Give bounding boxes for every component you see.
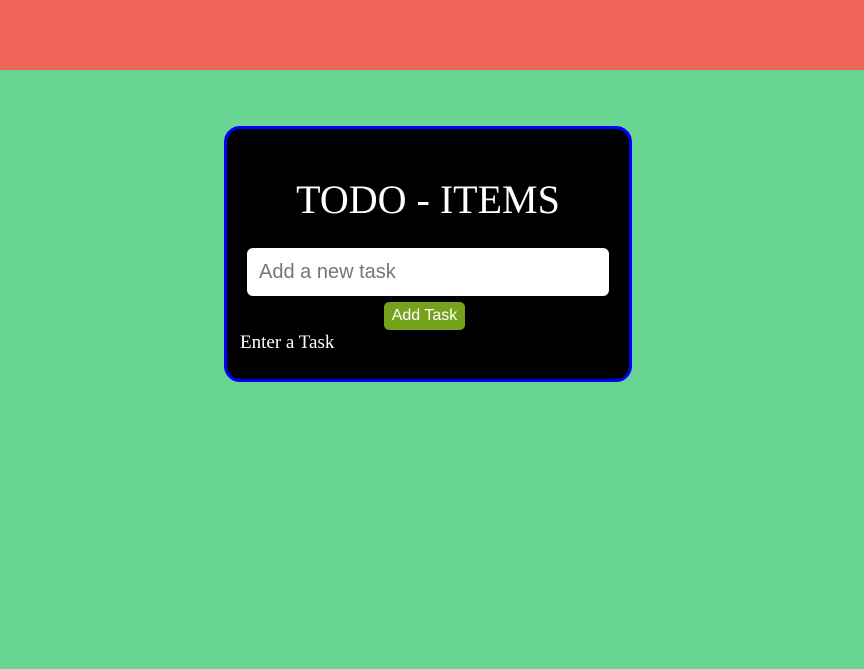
task-status-message: Enter a Task: [240, 332, 335, 353]
todo-card: TODO - ITEMS Add Task Enter a Task: [224, 126, 632, 382]
add-task-button[interactable]: Add Task: [384, 302, 465, 330]
new-task-input[interactable]: [247, 248, 609, 296]
top-header-bar: [0, 0, 864, 70]
todo-title: TODO - ITEMS: [296, 177, 560, 222]
